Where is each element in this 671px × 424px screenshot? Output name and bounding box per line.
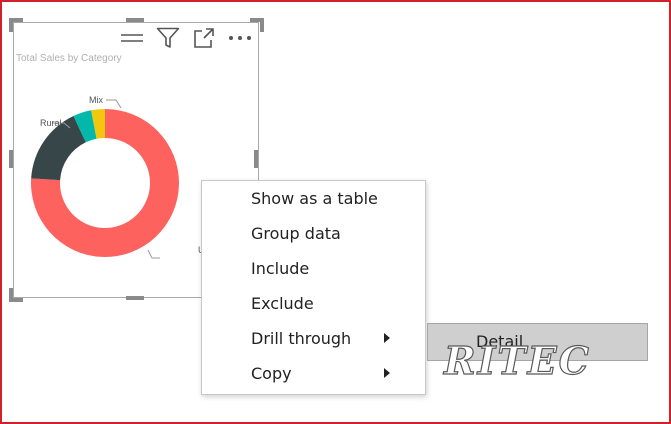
leader-line-mix — [106, 99, 122, 109]
data-label-mix: Mix — [89, 95, 103, 105]
submenu-arrow-icon — [384, 368, 390, 378]
resize-handle-bottom-left[interactable] — [9, 288, 23, 302]
watermark-logo: RITEC — [442, 337, 591, 382]
menu-item-label: Group data — [251, 224, 341, 243]
context-menu: Show as a table Group data Include Exclu… — [201, 180, 426, 395]
menu-item-label: Show as a table — [251, 189, 378, 208]
svg-text:RITEC: RITEC — [443, 338, 591, 382]
donut-chart[interactable]: Rural Mix U — [30, 88, 230, 278]
submenu-arrow-icon — [384, 333, 390, 343]
more-options-icon[interactable] — [226, 25, 254, 51]
resize-handle-bottom[interactable] — [126, 296, 144, 300]
resize-handle-top-left[interactable] — [9, 18, 23, 32]
menu-item-exclude[interactable]: Exclude — [202, 286, 425, 321]
drag-handle-icon[interactable] — [118, 25, 146, 51]
menu-item-show-as-table[interactable]: Show as a table — [202, 181, 425, 216]
resize-handle-top[interactable] — [126, 18, 144, 22]
resize-handle-left[interactable] — [9, 150, 13, 168]
data-label-rural: Rural — [40, 118, 62, 128]
menu-item-drill-through[interactable]: Drill through — [202, 321, 425, 356]
menu-item-include[interactable]: Include — [202, 251, 425, 286]
leader-line-urban — [147, 249, 160, 259]
resize-handle-right[interactable] — [254, 150, 258, 168]
visual-header-toolbar — [118, 25, 254, 51]
menu-item-label: Drill through — [251, 329, 352, 348]
menu-item-label: Copy — [251, 364, 292, 383]
focus-mode-icon[interactable] — [190, 25, 218, 51]
filter-icon[interactable] — [154, 25, 182, 51]
menu-item-label: Exclude — [251, 294, 314, 313]
visual-title: Total Sales by Category — [16, 53, 122, 64]
menu-item-copy[interactable]: Copy — [202, 356, 425, 391]
menu-item-group-data[interactable]: Group data — [202, 216, 425, 251]
menu-item-label: Include — [251, 259, 310, 278]
